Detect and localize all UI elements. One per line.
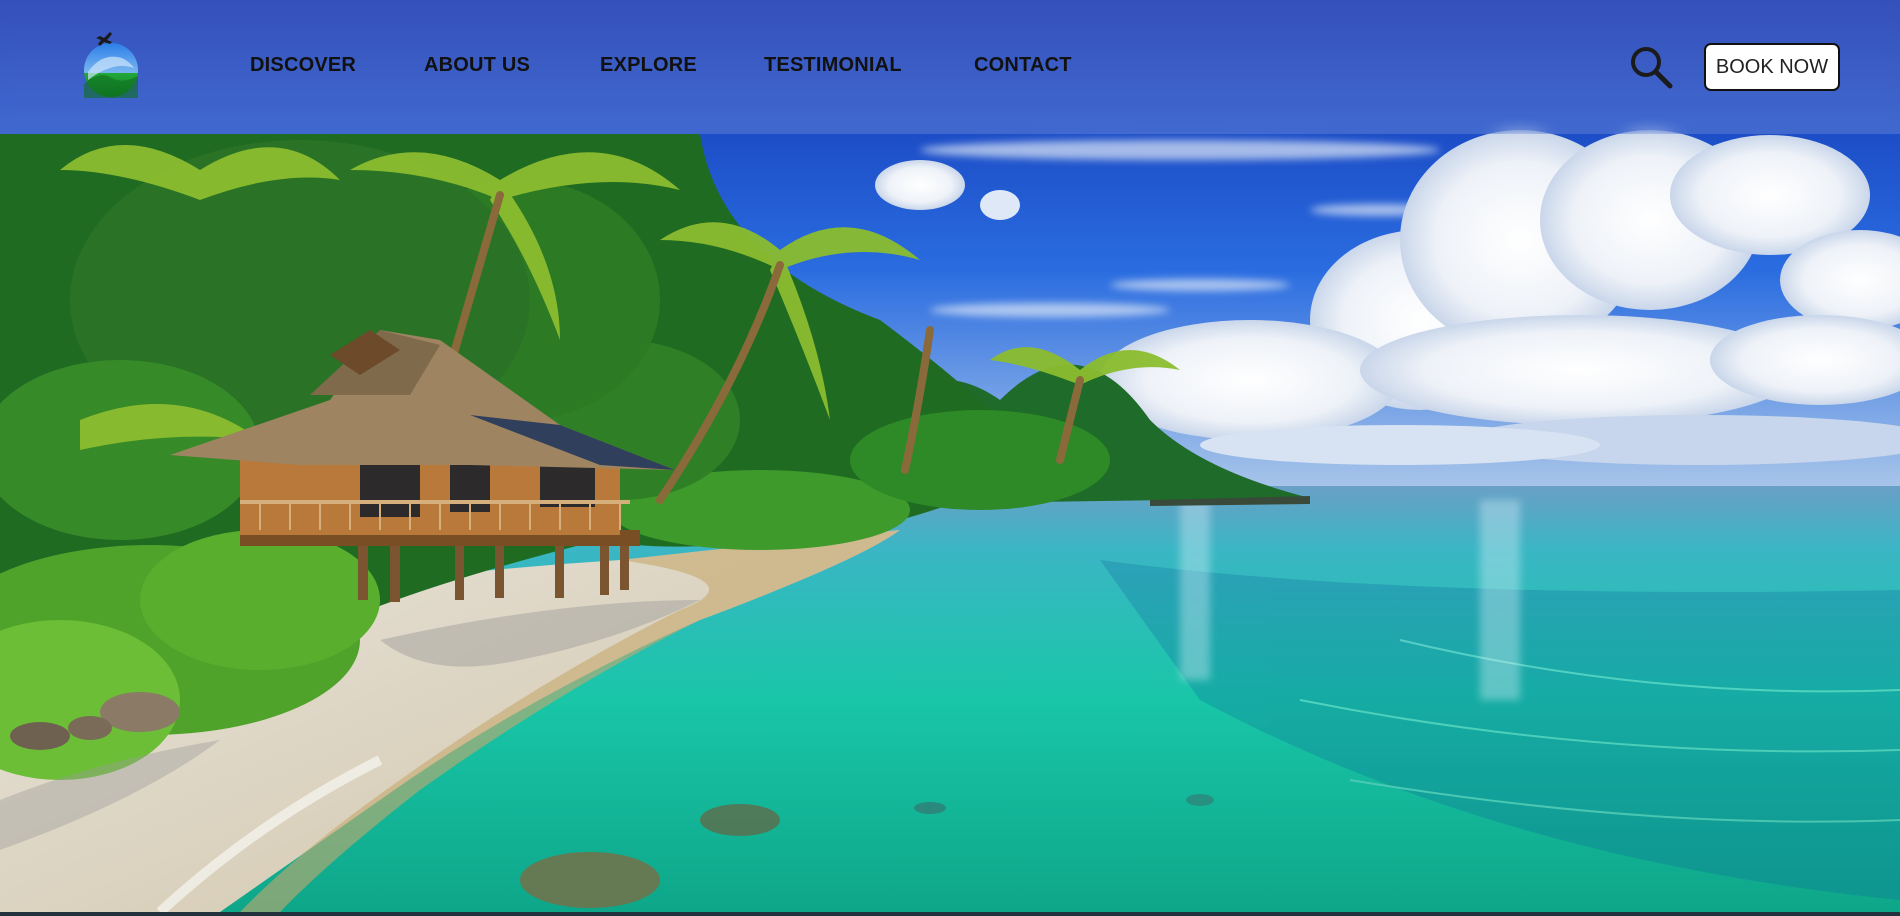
bottom-divider xyxy=(0,912,1900,916)
globe-plane-logo-icon[interactable] xyxy=(82,32,140,98)
search-icon[interactable] xyxy=(1628,44,1674,90)
hero-banner: DISCOVER ABOUT US EXPLORE TESTIMONIAL CO… xyxy=(0,0,1900,912)
nav-link-contact[interactable]: CONTACT xyxy=(974,54,1072,77)
nav-link-about-us[interactable]: ABOUT US xyxy=(424,54,530,77)
nav-link-discover[interactable]: DISCOVER xyxy=(250,54,356,77)
book-now-button[interactable]: BOOK NOW xyxy=(1704,43,1840,91)
nav-link-explore[interactable]: EXPLORE xyxy=(600,54,697,77)
top-navigation-bar: DISCOVER ABOUT US EXPLORE TESTIMONIAL CO… xyxy=(0,0,1900,134)
hero-background-image xyxy=(0,0,1900,912)
nav-link-testimonial[interactable]: TESTIMONIAL xyxy=(764,54,902,77)
